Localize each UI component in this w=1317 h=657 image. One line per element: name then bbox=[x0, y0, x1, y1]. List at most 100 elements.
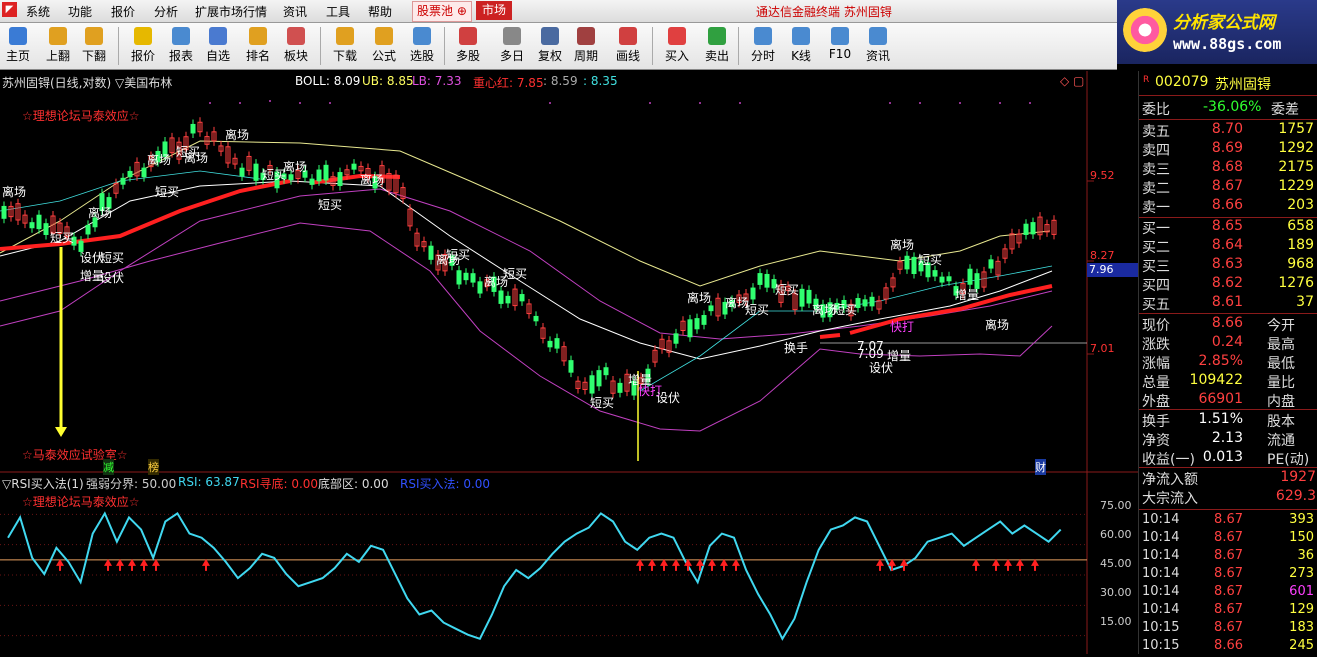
bid-label: 买五 bbox=[1142, 297, 1170, 313]
rsi-tick-30: 30.00 bbox=[1100, 586, 1132, 599]
candle-body bbox=[764, 273, 770, 288]
stat-label: 总量 bbox=[1142, 375, 1170, 391]
menu-function[interactable]: 功能 bbox=[68, 3, 92, 20]
tick-volume: 183 bbox=[1289, 620, 1314, 635]
tick-row: 10:14 8.67 601 bbox=[1139, 584, 1317, 603]
stat-value: 66901 bbox=[1198, 391, 1243, 407]
toolbar-button-12[interactable]: 多日 bbox=[494, 25, 530, 67]
toolbar-button-2[interactable]: 下翻 bbox=[76, 25, 112, 67]
toolbar-button-14[interactable]: 周期 bbox=[568, 25, 604, 67]
signal-annotation: 离场 bbox=[88, 206, 113, 220]
stat-label-2: 最高 bbox=[1267, 337, 1295, 353]
chart-option-icon[interactable]: ◇ ▢ bbox=[1060, 74, 1084, 88]
signal-annotation: 离场 bbox=[687, 291, 712, 305]
ask-volume: 1292 bbox=[1278, 140, 1314, 156]
tick-volume: 393 bbox=[1289, 512, 1314, 527]
tick-time: 10:15 bbox=[1142, 638, 1180, 653]
y-tick-low: 7.01 bbox=[1090, 342, 1115, 355]
toolbar-button-18[interactable]: 分时 bbox=[745, 25, 781, 67]
stat2-label-2: 股本 bbox=[1267, 414, 1295, 430]
toolbar-button-0[interactable]: 主页 bbox=[0, 25, 36, 67]
tick-row: 10:15 8.66 245 bbox=[1139, 638, 1317, 657]
toolbar-button-6[interactable]: 排名 bbox=[240, 25, 276, 67]
flow-label: 大宗流入 bbox=[1142, 491, 1198, 507]
mark-list[interactable]: 榜 bbox=[148, 459, 159, 475]
toolbar-button-label: 多股 bbox=[455, 49, 480, 63]
top-dot bbox=[999, 102, 1001, 104]
market-tab[interactable]: 市场 bbox=[476, 1, 513, 20]
rsi-watermark: ☆理想论坛马泰效应☆ bbox=[22, 495, 140, 509]
candle-body bbox=[29, 222, 35, 229]
bid-row: 买二 8.64 189 bbox=[1139, 237, 1317, 256]
rsi-tick-75: 75.00 bbox=[1100, 499, 1132, 512]
signal-annotation: 离场 bbox=[484, 275, 509, 289]
bid-label: 买二 bbox=[1142, 240, 1170, 256]
select-stock-icon bbox=[413, 27, 431, 45]
menu-system[interactable]: 系统 bbox=[26, 3, 50, 20]
stat-value: 0.24 bbox=[1211, 334, 1243, 350]
toolbar-button-7[interactable]: 板块 bbox=[278, 25, 314, 67]
menu-extended-market[interactable]: 扩展市场行情 bbox=[195, 3, 267, 20]
y-tick-high: 9.52 bbox=[1090, 169, 1115, 182]
toolbar-button-16[interactable]: 买入 bbox=[659, 25, 695, 67]
candle-body bbox=[351, 163, 357, 170]
bid-volume: 658 bbox=[1287, 218, 1314, 234]
signal-annotation: 短买 bbox=[100, 251, 125, 265]
stat2-label-2: 流通 bbox=[1267, 433, 1295, 449]
tick-price: 8.67 bbox=[1214, 584, 1243, 599]
toolbar-button-15[interactable]: 画线 bbox=[610, 25, 646, 67]
candle-body bbox=[505, 295, 511, 304]
menu-help[interactable]: 帮助 bbox=[368, 3, 392, 20]
signal-annotation: 设伏 bbox=[869, 361, 894, 375]
ask-row: 卖四 8.69 1292 bbox=[1139, 140, 1317, 159]
toolbar-button-8[interactable]: 下载 bbox=[327, 25, 363, 67]
menu-quote[interactable]: 报价 bbox=[111, 3, 135, 20]
tick-time: 10:14 bbox=[1142, 566, 1180, 581]
candle-body bbox=[477, 281, 483, 294]
candle-body bbox=[904, 255, 910, 270]
candle-body bbox=[603, 367, 609, 376]
menu-tools[interactable]: 工具 bbox=[326, 3, 350, 20]
mark-reduce[interactable]: 减 bbox=[103, 459, 114, 475]
toolbar-button-13[interactable]: 复权 bbox=[532, 25, 568, 67]
candle-body bbox=[806, 289, 812, 304]
tick-volume: 36 bbox=[1297, 548, 1314, 563]
toolbar-button-20[interactable]: F10 bbox=[822, 25, 858, 67]
toolbar-button-11[interactable]: 多股 bbox=[450, 25, 486, 67]
candle-body bbox=[190, 123, 196, 134]
toolbar-button-1[interactable]: 上翻 bbox=[40, 25, 76, 67]
bid-volume: 189 bbox=[1287, 237, 1314, 253]
ask-price: 8.66 bbox=[1211, 197, 1243, 213]
stat2-label: 收益(一) bbox=[1142, 452, 1195, 468]
rsi-buy: RSI买入法: 0.00 bbox=[400, 477, 491, 491]
toolbar-button-10[interactable]: 选股 bbox=[404, 25, 440, 67]
chart-area[interactable]: 苏州固锝(日线,对数) ▽美国布林 BOLL: 8.09 UB: 8.85 LB… bbox=[0, 71, 1139, 654]
menu-news[interactable]: 资讯 bbox=[283, 3, 307, 20]
rsi-tick-60: 60.00 bbox=[1100, 528, 1132, 541]
tick-price: 8.67 bbox=[1214, 530, 1243, 545]
flow-row: 净流入额 1927 bbox=[1139, 469, 1317, 488]
mark-finance[interactable]: 财 bbox=[1035, 459, 1046, 475]
toolbar-button-4[interactable]: 报表 bbox=[163, 25, 199, 67]
toolbar-button-19[interactable]: K线 bbox=[783, 25, 819, 67]
menu-analysis[interactable]: 分析 bbox=[154, 3, 178, 20]
candle-body bbox=[869, 296, 875, 307]
candle-body bbox=[701, 315, 707, 325]
tick-volume: 129 bbox=[1289, 602, 1314, 617]
toolbar-button-21[interactable]: 资讯 bbox=[860, 25, 896, 67]
signal-annotation: 短买 bbox=[590, 396, 615, 410]
tick-volume: 245 bbox=[1289, 638, 1314, 653]
toolbar-button-9[interactable]: 公式 bbox=[366, 25, 402, 67]
signal-annotation: 短买 bbox=[155, 185, 180, 199]
candle-body bbox=[141, 167, 147, 178]
flow-value: 1927 bbox=[1280, 469, 1316, 485]
candle-body bbox=[309, 178, 315, 185]
toolbar-button-17[interactable]: 卖出 bbox=[699, 25, 735, 67]
stock-pool-tab[interactable]: 股票池 ⊕ bbox=[412, 1, 472, 22]
toolbar-button-3[interactable]: 报价 bbox=[125, 25, 161, 67]
app-logo-icon[interactable]: ◤ bbox=[2, 2, 17, 17]
toolbar-button-5[interactable]: 自选 bbox=[200, 25, 236, 67]
stat2-label: 净资 bbox=[1142, 433, 1170, 449]
bid-volume: 37 bbox=[1296, 294, 1314, 310]
signal-annotation: 离场 bbox=[436, 253, 461, 267]
